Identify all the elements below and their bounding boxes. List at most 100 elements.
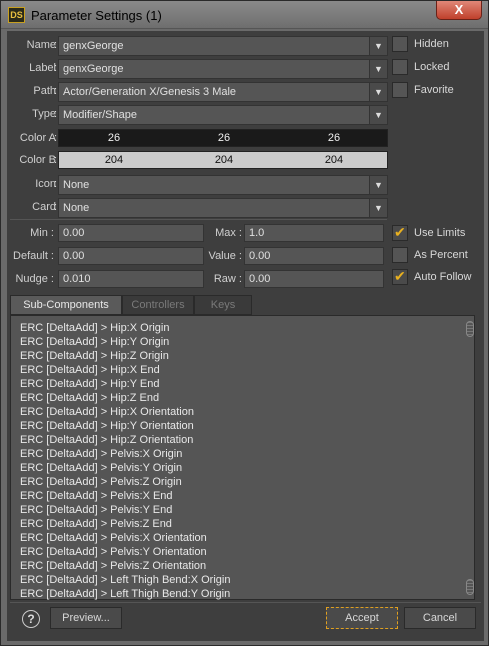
list-item[interactable]: ERC [DeltaAdd] > Pelvis:Z Origin [20,476,182,490]
chevron-down-icon[interactable]: ▼ [369,60,387,78]
hidden-checkbox[interactable]: Hidden [392,36,484,54]
dialog-body: Name: genxGeorge ▼ Label: genxGeorge ▼ P… [7,31,484,641]
chevron-down-icon[interactable]: ▼ [369,176,387,194]
card-value: None [63,202,90,214]
preview-button[interactable]: Preview... [50,607,122,629]
use-limits-checkbox[interactable]: Use Limits [392,224,484,243]
color-a-green: 26 [217,132,231,144]
locked-label: Locked [414,61,450,73]
list-item[interactable]: ERC [DeltaAdd] > Pelvis:Y End [20,504,172,518]
list-item[interactable]: ERC [DeltaAdd] > Pelvis:X End [20,490,173,504]
tab-bar: Sub-Components Controllers Keys [10,295,481,315]
chevron-down-icon[interactable]: ▼ [369,83,387,101]
nudge-row: Nudge : 0.010 [10,270,206,288]
name-label: Name [26,39,56,51]
value-field[interactable]: 0.00 [244,247,384,265]
divider [10,602,481,603]
list-item[interactable]: ERC [DeltaAdd] > Pelvis:Y Orientation [20,546,207,560]
label-row: Label: genxGeorge ▼ [10,59,388,79]
vertical-scrollbar[interactable] [466,319,474,597]
list-item[interactable]: ERC [DeltaAdd] > Pelvis:X Orientation [20,532,207,546]
label-field[interactable]: genxGeorge ▼ [58,59,388,79]
list-item[interactable]: ERC [DeltaAdd] > Pelvis:Y Origin [20,462,182,476]
list-item[interactable]: ERC [DeltaAdd] > Hip:Z Origin [20,350,169,364]
raw-label: Raw : [213,273,242,285]
cancel-button[interactable]: Cancel [404,607,476,629]
min-value: 0.00 [63,227,85,239]
auto-follow-label: Auto Follow [414,271,472,283]
default-value: 0.00 [63,250,85,262]
checkmark-icon[interactable] [392,268,408,285]
close-button[interactable]: X [436,1,482,20]
type-field[interactable]: Modifier/Shape ▼ [58,105,388,125]
label-label: Label [29,62,56,74]
locked-checkbox[interactable]: Locked [392,59,484,77]
auto-follow-checkbox[interactable]: Auto Follow [392,268,484,287]
icon-field[interactable]: None ▼ [58,175,388,195]
min-field[interactable]: 0.00 [58,224,204,242]
color-b-swatch[interactable]: 204 204 204 [58,151,388,169]
default-field[interactable]: 0.00 [58,247,204,265]
nudge-field[interactable]: 0.010 [58,270,204,288]
list-item[interactable]: ERC [DeltaAdd] > Hip:Y End [20,378,160,392]
list-item[interactable]: ERC [DeltaAdd] > Pelvis:Z Orientation [20,560,206,574]
divider [10,219,387,220]
checkbox-box[interactable] [392,36,408,52]
property-section: Name: genxGeorge ▼ Label: genxGeorge ▼ P… [10,34,388,218]
hidden-label: Hidden [414,38,449,50]
chevron-down-icon[interactable]: ▼ [369,106,387,124]
as-percent-checkbox[interactable]: As Percent [392,247,484,265]
color-a-swatch[interactable]: 26 26 26 [58,129,388,147]
list-item[interactable]: ERC [DeltaAdd] > Hip:Y Origin [20,336,169,350]
value-label: Value : [208,250,242,262]
color-b-row: Color B: 204 204 204 [10,151,388,171]
card-label: Card [32,201,56,213]
color-b-label: Color B [19,154,56,166]
min-row: Min : 0.00 [10,224,206,242]
window-title: Parameter Settings (1) [31,8,162,23]
scroll-handle-top[interactable] [466,321,474,337]
path-field[interactable]: Actor/Generation X/Genesis 3 Male ▼ [58,82,388,102]
value-row: Value : 0.00 [206,247,387,265]
checkmark-icon[interactable] [392,224,408,241]
list-item[interactable]: ERC [DeltaAdd] > Pelvis:X Origin [20,448,182,462]
list-item[interactable]: ERC [DeltaAdd] > Pelvis:Z End [20,518,172,532]
tab-controllers[interactable]: Controllers [122,295,194,315]
color-a-red: 26 [107,132,121,144]
scroll-handle-bottom[interactable] [466,579,474,595]
accept-button[interactable]: Accept [326,607,398,629]
checkbox-box[interactable] [392,82,408,98]
chevron-down-icon[interactable]: ▼ [369,37,387,55]
list-item[interactable]: ERC [DeltaAdd] > Hip:X Orientation [20,406,194,420]
card-field[interactable]: None ▼ [58,198,388,218]
favorite-checkbox[interactable]: Favorite [392,82,484,100]
favorite-label: Favorite [414,84,454,96]
list-item[interactable]: ERC [DeltaAdd] > Left Thigh Bend:Y Origi… [20,588,230,602]
list-item[interactable]: ERC [DeltaAdd] > Left Thigh Bend:X Origi… [20,574,230,588]
daz-studio-icon: DS [8,7,25,23]
tab-keys[interactable]: Keys [194,295,252,315]
list-item[interactable]: ERC [DeltaAdd] > Hip:X Origin [20,322,169,336]
color-b-red: 204 [104,154,124,166]
checkbox-box[interactable] [392,59,408,75]
color-a-blue: 26 [327,132,341,144]
chevron-down-icon[interactable]: ▼ [369,199,387,217]
help-icon[interactable]: ? [22,610,40,628]
checkbox-box[interactable] [392,247,408,263]
title-bar[interactable]: DS Parameter Settings (1) X [1,1,488,29]
icon-value: None [63,179,90,191]
max-field[interactable]: 1.0 [244,224,384,242]
name-field[interactable]: genxGeorge ▼ [58,36,388,56]
type-row: Type: Modifier/Shape ▼ [10,105,388,125]
path-label: Path [33,85,56,97]
name-value: genxGeorge [63,40,124,52]
list-item[interactable]: ERC [DeltaAdd] > Hip:Y Orientation [20,420,194,434]
list-item[interactable]: ERC [DeltaAdd] > Hip:X End [20,364,160,378]
sub-components-list[interactable]: ERC [DeltaAdd] > Hip:X Origin ERC [DeltaA… [10,315,475,600]
list-item[interactable]: ERC [DeltaAdd] > Hip:Z End [20,392,159,406]
color-a-row: Color A: 26 26 26 [10,129,388,149]
tab-sub-components[interactable]: Sub-Components [10,295,122,315]
color-b-blue: 204 [324,154,344,166]
raw-field[interactable]: 0.00 [244,270,384,288]
list-item[interactable]: ERC [DeltaAdd] > Hip:Z Orientation [20,434,193,448]
